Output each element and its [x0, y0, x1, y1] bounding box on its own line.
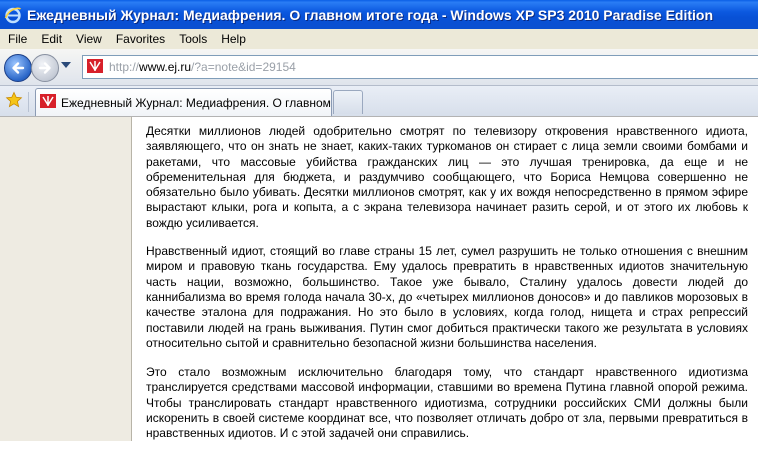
history-dropdown-icon[interactable] — [61, 62, 71, 68]
favorites-star-icon[interactable] — [5, 91, 23, 113]
left-sidebar — [0, 117, 132, 441]
forward-arrow-icon — [38, 62, 51, 74]
forward-button[interactable] — [31, 54, 59, 82]
address-url: http://www.ej.ru/?a=note&id=29154 — [109, 60, 296, 74]
menu-favorites[interactable]: Favorites — [109, 29, 172, 49]
article-paragraph: Десятки миллионов людей одобрительно смо… — [146, 124, 748, 230]
new-tab-button[interactable] — [333, 90, 363, 114]
address-toolbar: http://www.ej.ru/?a=note&id=29154 — [0, 49, 758, 86]
tab-bar: Ежедневный Журнал: Медиафрения. О главно… — [0, 86, 758, 116]
ej-favicon — [87, 58, 103, 77]
article-paragraph: Это стало возможным исключительно благод… — [146, 365, 748, 441]
ej-favicon — [40, 93, 56, 112]
page-viewport: Десятки миллионов людей одобрительно смо… — [0, 116, 758, 441]
tab-active[interactable]: Ежедневный Журнал: Медиафрения. О главно… — [35, 88, 351, 116]
menu-tools[interactable]: Tools — [172, 29, 214, 49]
address-bar[interactable]: http://www.ej.ru/?a=note&id=29154 — [82, 55, 758, 79]
internet-explorer-icon — [4, 6, 22, 24]
article-body: Десятки миллионов людей одобрительно смо… — [146, 124, 748, 455]
back-button[interactable] — [4, 54, 32, 82]
menu-bar: File Edit View Favorites Tools Help — [0, 29, 758, 49]
toolbar-separator — [28, 92, 29, 112]
menu-edit[interactable]: Edit — [34, 29, 69, 49]
menu-view[interactable]: View — [69, 29, 109, 49]
article-paragraph: Нравственный идиот, стоящий во главе стр… — [146, 244, 748, 350]
window-title-bar[interactable]: Ежедневный Журнал: Медиафрения. О главно… — [0, 0, 758, 29]
back-arrow-icon — [12, 62, 25, 74]
menu-file[interactable]: File — [0, 29, 34, 49]
window-title: Ежедневный Журнал: Медиафрения. О главно… — [27, 6, 714, 23]
menu-help[interactable]: Help — [214, 29, 253, 49]
tab-title: Ежедневный Журнал: Медиафрения. О главно… — [61, 95, 351, 110]
